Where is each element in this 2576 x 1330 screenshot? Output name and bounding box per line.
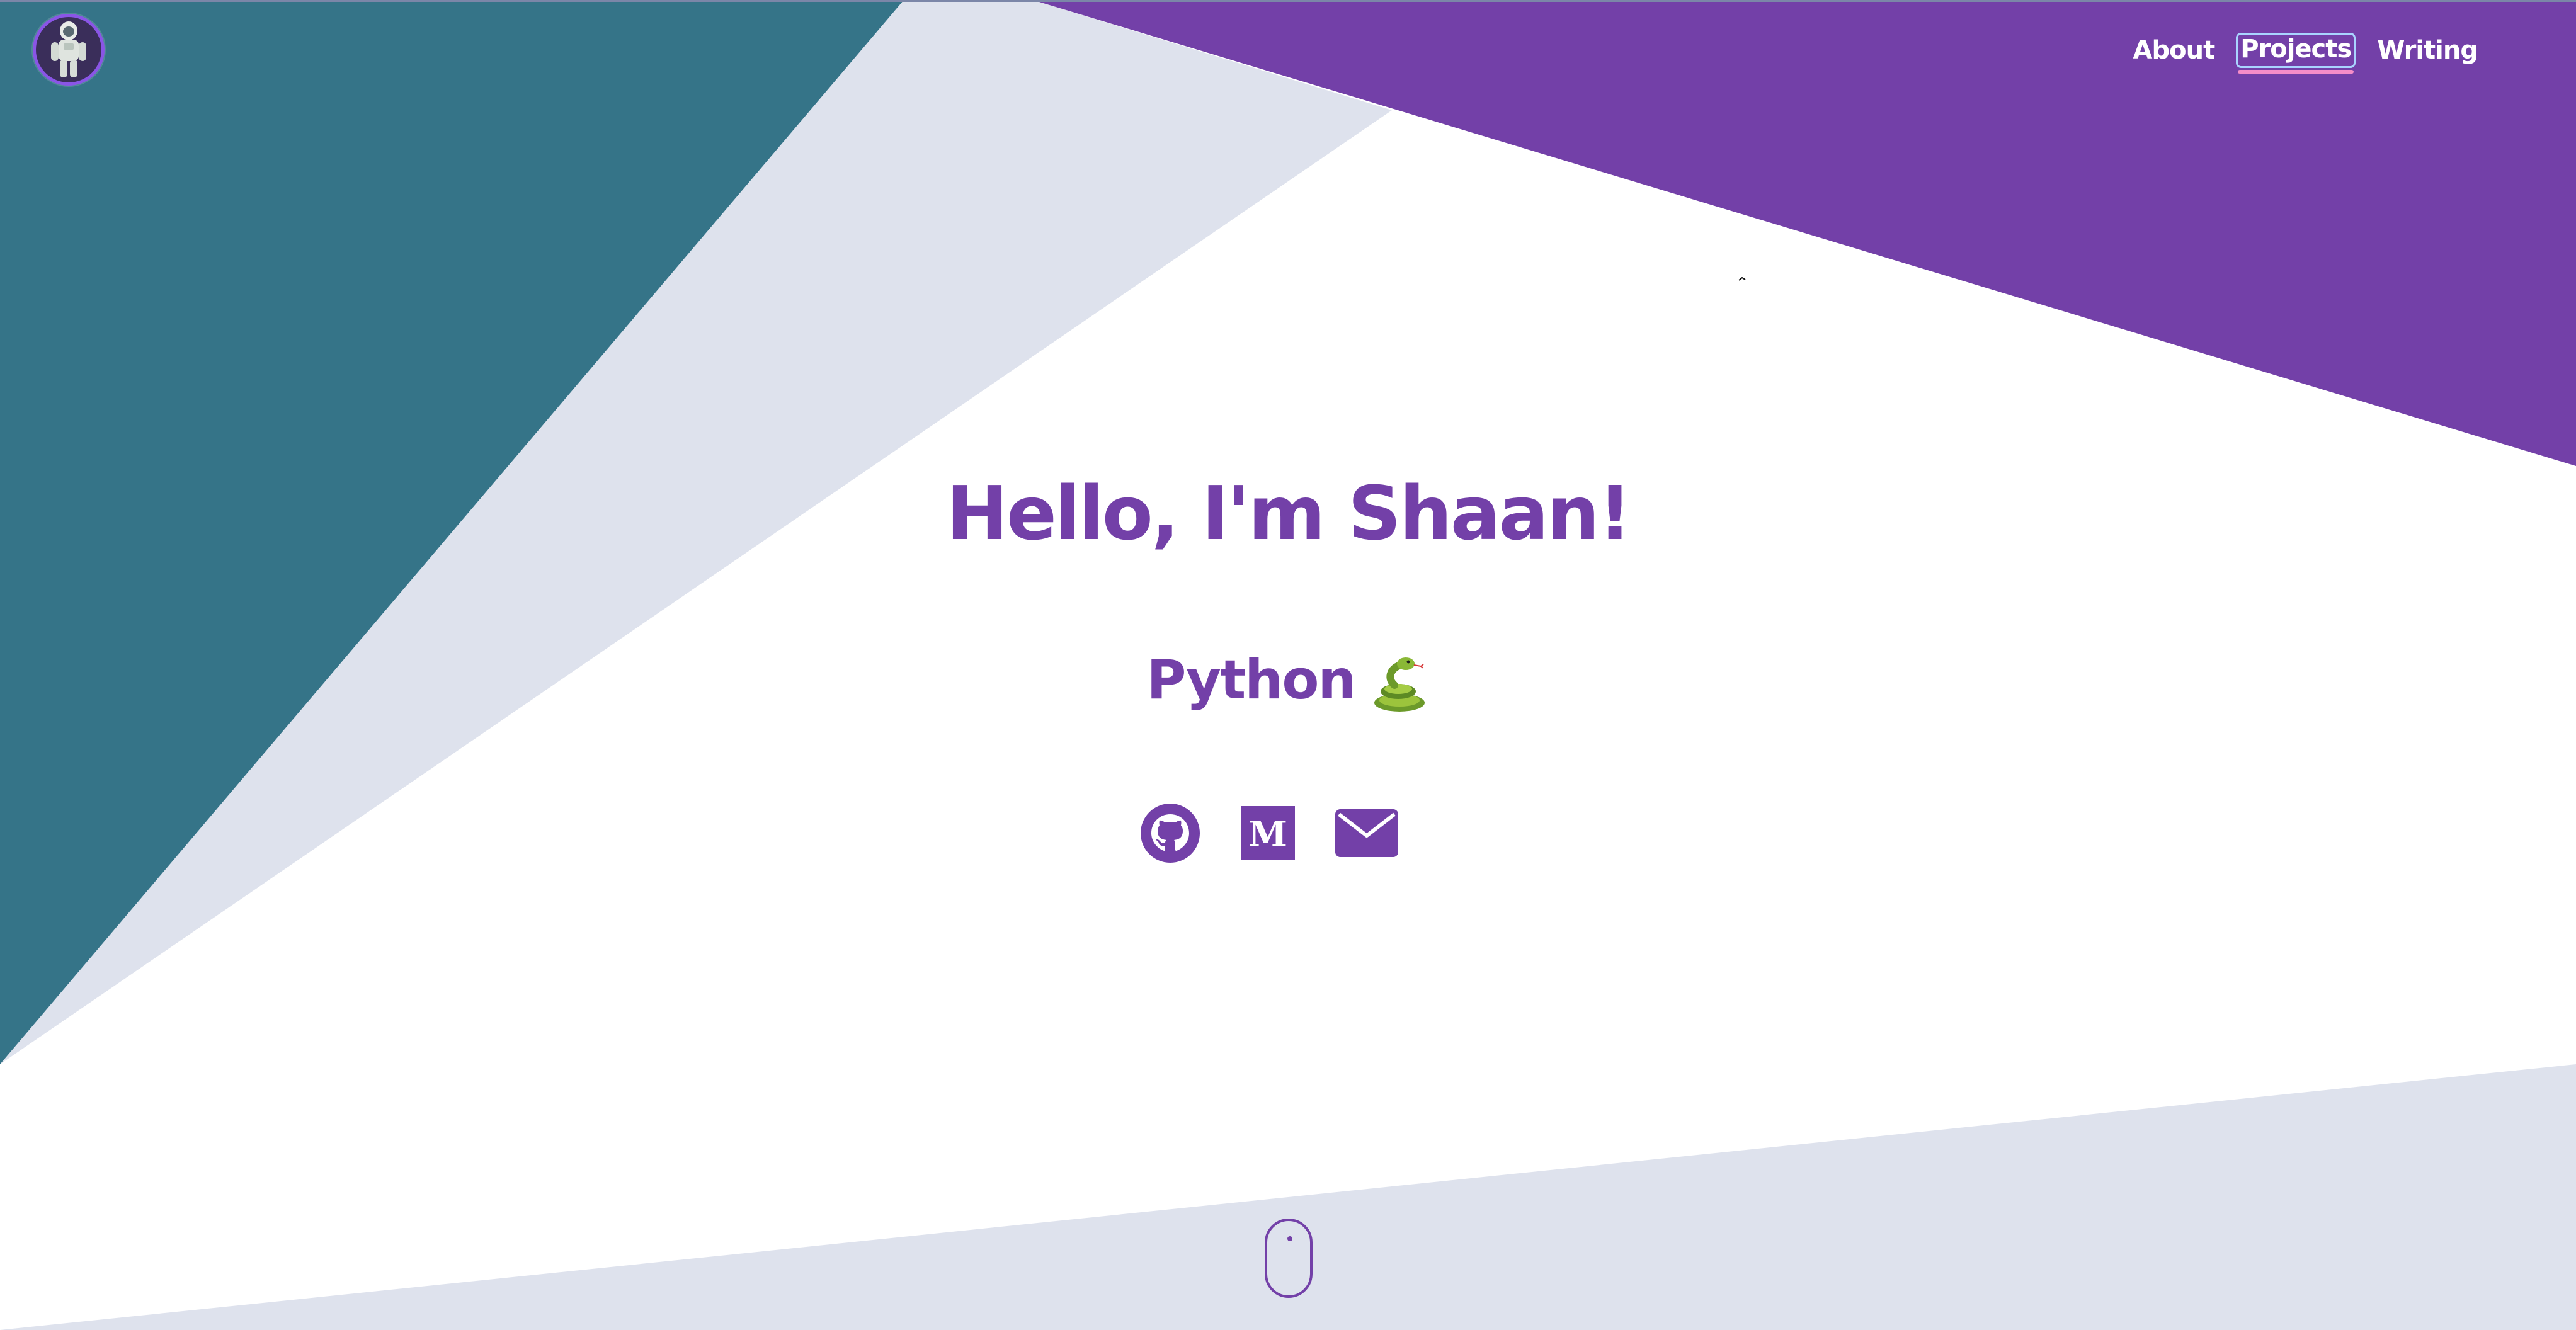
nav-link-writing[interactable]: Writing bbox=[2374, 35, 2480, 66]
hero-subtitle-text: Python bbox=[1146, 649, 1356, 712]
hero-subtitle: Python bbox=[0, 642, 2576, 718]
scroll-dot bbox=[1287, 1236, 1292, 1241]
cursor-mark bbox=[1738, 277, 1746, 281]
social-links: M bbox=[1140, 803, 1398, 863]
nav-link-projects[interactable]: Projects bbox=[2236, 33, 2356, 74]
svg-text:M: M bbox=[1248, 814, 1287, 855]
github-link[interactable] bbox=[1140, 803, 1200, 863]
medium-link[interactable]: M bbox=[1241, 806, 1295, 860]
main-nav: About Projects Writing bbox=[2131, 33, 2480, 74]
email-link[interactable] bbox=[1335, 809, 1398, 857]
nav-link-about[interactable]: About bbox=[2131, 35, 2218, 66]
page: About Projects Writing Hello, I'm Shaan!… bbox=[0, 0, 2576, 1330]
top-border-strip bbox=[0, 0, 2576, 2]
mail-icon bbox=[1335, 809, 1398, 857]
hero-title: Hello, I'm Shaan! bbox=[946, 470, 1632, 557]
github-icon bbox=[1141, 804, 1200, 863]
site-logo-avatar[interactable] bbox=[33, 14, 105, 86]
mouse-scroll-icon[interactable] bbox=[1265, 1219, 1313, 1298]
snake-emoji-icon bbox=[1367, 652, 1430, 715]
astronaut-icon bbox=[51, 21, 86, 77]
medium-icon: M bbox=[1241, 806, 1295, 860]
